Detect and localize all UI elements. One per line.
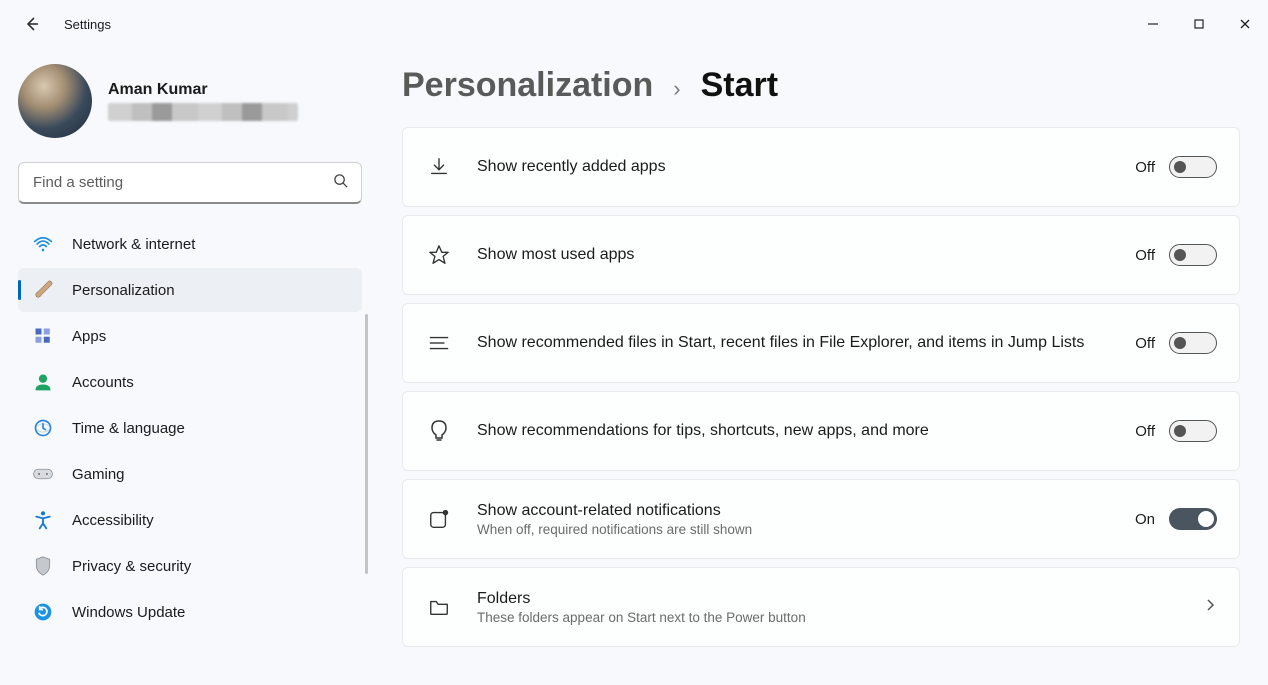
sidebar-item-label: Personalization bbox=[72, 282, 175, 299]
sidebar-item-privacy[interactable]: Privacy & security bbox=[18, 544, 362, 588]
setting-most-used[interactable]: Show most used apps Off bbox=[402, 215, 1240, 295]
toggle-wrap: Off bbox=[1135, 332, 1217, 354]
brush-icon bbox=[32, 279, 54, 301]
list-icon bbox=[425, 329, 453, 357]
toggle-state: Off bbox=[1135, 423, 1155, 440]
sidebar-item-label: Apps bbox=[72, 328, 106, 345]
download-icon bbox=[425, 153, 453, 181]
setting-title: Show recently added apps bbox=[477, 158, 1111, 176]
toggle-wrap: Off bbox=[1135, 156, 1217, 178]
toggle-wrap: On bbox=[1135, 508, 1217, 530]
network-icon bbox=[32, 233, 54, 255]
profile-text: Aman Kumar bbox=[108, 81, 298, 121]
sidebar-item-personalization[interactable]: Personalization bbox=[18, 268, 362, 312]
sidebar-item-label: Network & internet bbox=[72, 236, 195, 253]
app-title: Settings bbox=[64, 17, 111, 32]
toggle-wrap: Off bbox=[1135, 420, 1217, 442]
gaming-icon bbox=[32, 463, 54, 485]
search-icon bbox=[333, 173, 348, 193]
nav: Network & internet Personalization Apps … bbox=[18, 222, 362, 634]
setting-account-notifications[interactable]: Show account-related notifications When … bbox=[402, 479, 1240, 559]
sidebar-item-label: Privacy & security bbox=[72, 558, 191, 575]
time-icon bbox=[32, 417, 54, 439]
privacy-icon bbox=[32, 555, 54, 577]
breadcrumb: Personalization › Start bbox=[402, 66, 1240, 105]
window-controls bbox=[1130, 8, 1268, 40]
setting-subtitle: When off, required notifications are sti… bbox=[477, 522, 1111, 537]
sidebar-item-apps[interactable]: Apps bbox=[18, 314, 362, 358]
chevron-right-icon: › bbox=[673, 76, 680, 102]
setting-title: Show recommended files in Start, recent … bbox=[477, 334, 1111, 352]
sidebar-item-network[interactable]: Network & internet bbox=[18, 222, 362, 266]
sidebar-item-label: Time & language bbox=[72, 420, 185, 437]
search-input[interactable] bbox=[18, 162, 362, 204]
minimize-button[interactable] bbox=[1130, 8, 1176, 40]
chevron-right-icon bbox=[1203, 598, 1217, 617]
folder-icon bbox=[425, 593, 453, 621]
sidebar-item-label: Accessibility bbox=[72, 512, 154, 529]
update-icon bbox=[32, 601, 54, 623]
toggle[interactable] bbox=[1169, 156, 1217, 178]
setting-subtitle: These folders appear on Start next to th… bbox=[477, 610, 1179, 625]
profile-name: Aman Kumar bbox=[108, 81, 298, 99]
sidebar-item-accessibility[interactable]: Accessibility bbox=[18, 498, 362, 542]
toggle[interactable] bbox=[1169, 244, 1217, 266]
sidebar-item-label: Windows Update bbox=[72, 604, 185, 621]
titlebar: Settings bbox=[0, 0, 1268, 48]
setting-title: Folders bbox=[477, 590, 1179, 608]
toggle[interactable] bbox=[1169, 332, 1217, 354]
setting-recommended-files[interactable]: Show recommended files in Start, recent … bbox=[402, 303, 1240, 383]
setting-folders[interactable]: Folders These folders appear on Start ne… bbox=[402, 567, 1240, 647]
setting-recently-added[interactable]: Show recently added apps Off bbox=[402, 127, 1240, 207]
minimize-icon bbox=[1147, 18, 1159, 30]
maximize-icon bbox=[1193, 18, 1205, 30]
setting-title: Show most used apps bbox=[477, 246, 1111, 264]
toggle-state: Off bbox=[1135, 247, 1155, 264]
toggle-wrap: Off bbox=[1135, 244, 1217, 266]
settings-list: Show recently added apps Off Show most u… bbox=[402, 127, 1240, 647]
apps-icon bbox=[32, 325, 54, 347]
profile-email-redacted bbox=[108, 103, 298, 121]
toggle-state: Off bbox=[1135, 335, 1155, 352]
toggle[interactable] bbox=[1169, 508, 1217, 530]
setting-title: Show account-related notifications bbox=[477, 502, 1111, 520]
main: Personalization › Start Show recently ad… bbox=[380, 48, 1268, 685]
bulb-icon bbox=[425, 417, 453, 445]
sidebar-item-update[interactable]: Windows Update bbox=[18, 590, 362, 634]
sidebar-item-label: Accounts bbox=[72, 374, 134, 391]
star-icon bbox=[425, 241, 453, 269]
toggle[interactable] bbox=[1169, 420, 1217, 442]
toggle-state: Off bbox=[1135, 159, 1155, 176]
avatar bbox=[18, 64, 92, 138]
sidebar-item-label: Gaming bbox=[72, 466, 125, 483]
profile[interactable]: Aman Kumar bbox=[18, 56, 374, 154]
arrow-left-icon bbox=[24, 16, 40, 32]
setting-title: Show recommendations for tips, shortcuts… bbox=[477, 422, 1111, 440]
accounts-icon bbox=[32, 371, 54, 393]
breadcrumb-parent[interactable]: Personalization bbox=[402, 66, 653, 105]
close-icon bbox=[1239, 18, 1251, 30]
sidebar-scrollbar[interactable] bbox=[365, 314, 368, 574]
page-title: Start bbox=[701, 66, 778, 105]
sidebar-item-accounts[interactable]: Accounts bbox=[18, 360, 362, 404]
maximize-button[interactable] bbox=[1176, 8, 1222, 40]
sidebar-item-gaming[interactable]: Gaming bbox=[18, 452, 362, 496]
close-button[interactable] bbox=[1222, 8, 1268, 40]
search-wrap bbox=[18, 162, 362, 204]
setting-recommendations-tips[interactable]: Show recommendations for tips, shortcuts… bbox=[402, 391, 1240, 471]
toggle-state: On bbox=[1135, 511, 1155, 528]
sidebar-item-time[interactable]: Time & language bbox=[18, 406, 362, 450]
sidebar: Aman Kumar Network & internet Personaliz… bbox=[0, 48, 380, 685]
accessibility-icon bbox=[32, 509, 54, 531]
notification-icon bbox=[425, 505, 453, 533]
back-button[interactable] bbox=[16, 8, 48, 40]
